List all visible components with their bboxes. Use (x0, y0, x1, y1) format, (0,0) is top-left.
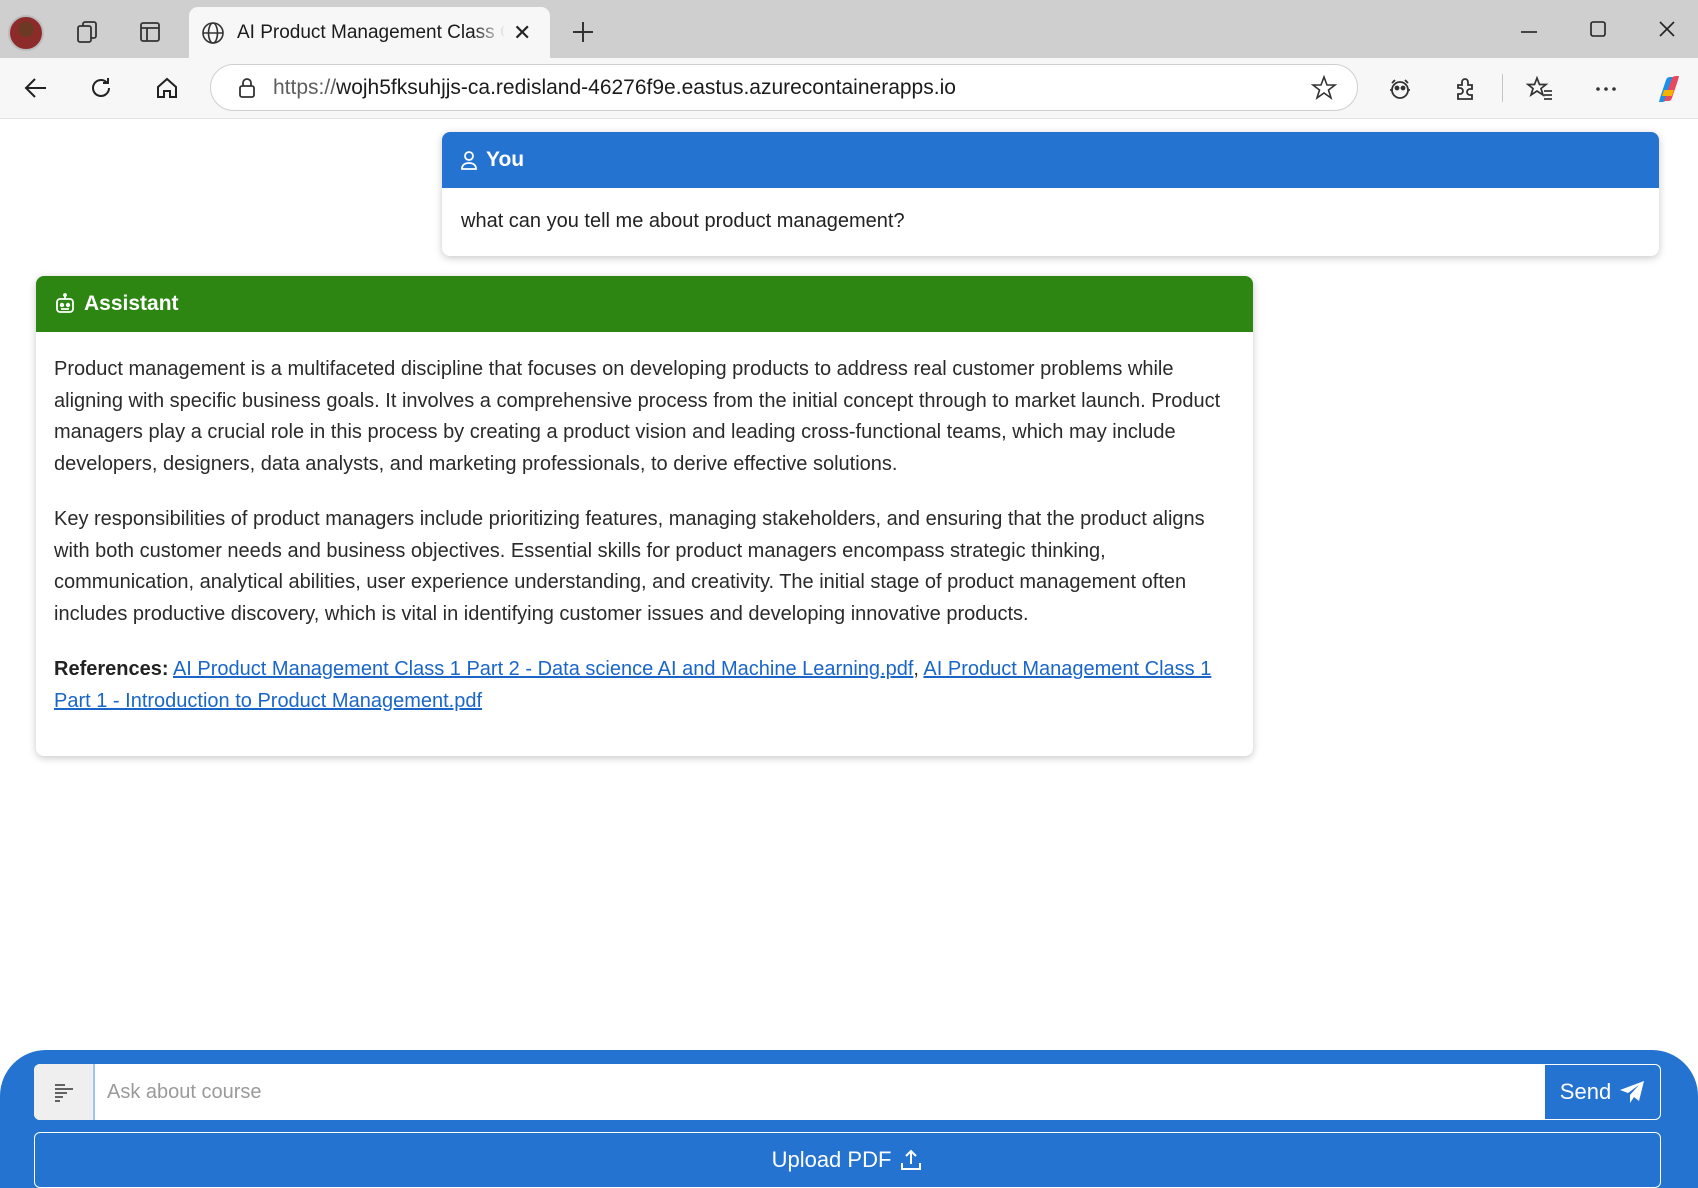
references-label: References: (54, 658, 169, 680)
user-header-label: You (486, 148, 525, 171)
lock-icon[interactable] (237, 77, 257, 99)
send-icon (1619, 1080, 1645, 1104)
assistant-message-card: Assistant Product management is a multif… (36, 276, 1253, 756)
profile-avatar[interactable] (8, 15, 44, 51)
send-label: Send (1559, 1079, 1612, 1104)
favorites-icon[interactable] (1523, 72, 1557, 106)
url-text: https://wojh5fksuhjjs-ca.redisland-46276… (273, 75, 956, 99)
assistant-paragraph-2: Key responsibilities of product managers… (54, 508, 1205, 625)
chat-input-group: Send (34, 1064, 1661, 1120)
new-tab-icon[interactable] (568, 17, 598, 47)
address-bar[interactable]: https://wojh5fksuhjjs-ca.redisland-46276… (210, 64, 1358, 111)
references: References: AI Product Management Class … (54, 654, 1235, 717)
workspaces-icon[interactable] (72, 17, 102, 47)
user-icon (460, 150, 478, 170)
tab-title: AI Product Management Class Co (237, 21, 505, 43)
user-message-text: what can you tell me about product manag… (461, 210, 905, 232)
tab-active[interactable]: AI Product Management Class Co ✕ (189, 7, 550, 58)
minimize-icon[interactable] (1514, 14, 1544, 44)
globe-icon (201, 21, 225, 45)
back-icon[interactable] (20, 72, 52, 104)
upload-label: Upload PDF (771, 1147, 892, 1172)
reference-separator: , (913, 658, 924, 680)
close-icon[interactable]: ✕ (513, 20, 531, 46)
upload-icon (899, 1148, 923, 1172)
extension-puzzle-icon[interactable] (1449, 72, 1483, 106)
reference-link-1[interactable]: AI Product Management Class 1 Part 2 - D… (173, 658, 913, 680)
browser-toolbar: https://wojh5fksuhjjs-ca.redisland-46276… (0, 58, 1698, 119)
home-icon[interactable] (151, 72, 183, 104)
maximize-icon[interactable] (1583, 14, 1613, 44)
robot-icon (54, 293, 76, 315)
user-message-header: You (442, 132, 1659, 188)
browser-essentials-icon[interactable] (1383, 72, 1417, 106)
chat-input[interactable] (95, 1064, 1544, 1120)
browser-tab-bar: AI Product Management Class Co ✕ (0, 0, 1698, 58)
assistant-message-body: Product management is a multifaceted dis… (36, 332, 1253, 717)
more-icon[interactable] (1589, 72, 1623, 106)
chat-input-panel: Send Upload PDF (0, 1050, 1698, 1188)
copilot-icon[interactable] (1650, 70, 1688, 108)
window-close-icon[interactable] (1652, 14, 1682, 44)
assistant-message-header: Assistant (36, 276, 1253, 332)
text-lines-icon (34, 1064, 95, 1120)
upload-pdf-button[interactable]: Upload PDF (34, 1132, 1661, 1188)
refresh-icon[interactable] (85, 72, 117, 104)
user-message-card: You what can you tell me about product m… (442, 132, 1659, 256)
toolbar-separator (1502, 74, 1503, 102)
tab-actions-icon[interactable] (135, 17, 165, 47)
assistant-paragraph-1: Product management is a multifaceted dis… (54, 358, 1221, 475)
favorite-star-icon[interactable] (1311, 75, 1337, 101)
send-button[interactable]: Send (1544, 1064, 1661, 1120)
assistant-header-label: Assistant (84, 292, 179, 315)
